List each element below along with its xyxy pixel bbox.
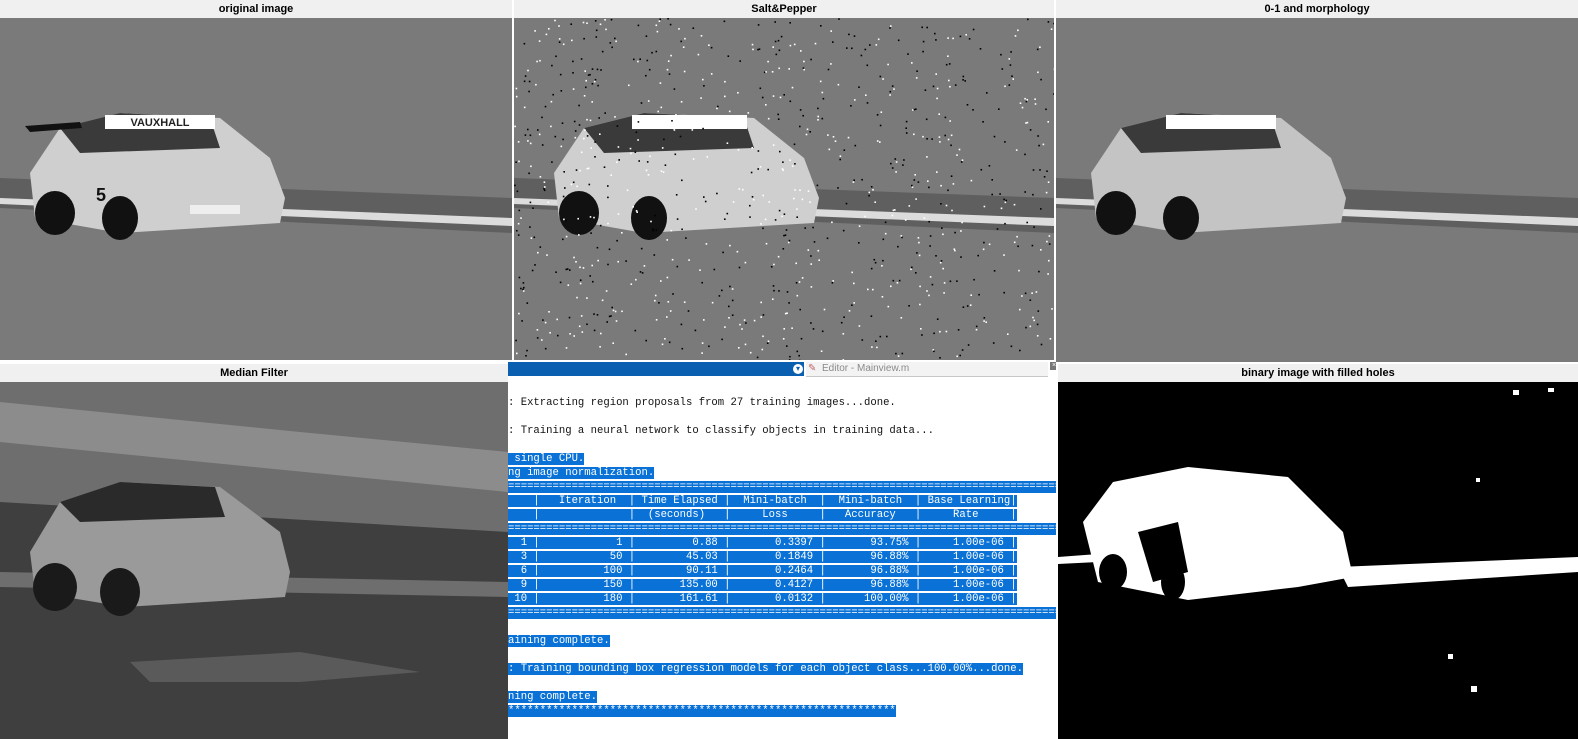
console-line: single CPU. xyxy=(508,452,585,466)
chevron-down-icon[interactable]: ▾ xyxy=(793,364,803,374)
console-line: : Training a neural network to classify … xyxy=(508,424,934,438)
console-line: aining complete. xyxy=(508,634,610,648)
console-line: ========================================… xyxy=(508,522,1056,536)
console-line: 9 | 150 | 135.00 | 0.4127 | 96.88% | 1.0… xyxy=(508,578,1017,592)
console-line-text: ning complete. xyxy=(508,691,598,703)
salt-pepper-image xyxy=(514,18,1054,360)
median-filter-image xyxy=(0,382,508,739)
panel-title: Salt&Pepper xyxy=(514,0,1054,18)
panel-title: original image xyxy=(0,0,512,18)
console-line-text: 6 | 100 | 90.11 | 0.2464 | 96.88% | 1.00… xyxy=(508,565,1017,577)
console-line-text: aining complete. xyxy=(508,635,610,647)
editor-tab[interactable]: ✎ Editor - Mainview.m xyxy=(806,362,1048,377)
console-line-text: ========================================… xyxy=(508,481,1056,493)
console-line: | | (seconds) | Loss | Accuracy | Rate | xyxy=(508,508,1017,522)
panel-original-image: original image VAUXHALL 5 xyxy=(0,0,512,360)
console-line-text: : Training a neural network to classify … xyxy=(508,425,934,437)
console-line: 1 | 1 | 0.88 | 0.3397 | 93.75% | 1.00e-0… xyxy=(508,536,1017,550)
console-line: ========================================… xyxy=(508,480,1056,494)
console-line-text: 1 | 1 | 0.88 | 0.3397 | 93.75% | 1.00e-0… xyxy=(508,537,1017,549)
console-line-text: ng image normalization. xyxy=(508,467,655,479)
panel-binary-image: binary image with filled holes xyxy=(1058,364,1578,739)
console-line-text: ****************************************… xyxy=(508,705,896,717)
panel-salt-pepper: Salt&Pepper xyxy=(514,0,1054,360)
panel-title: 0-1 and morphology xyxy=(1056,0,1578,18)
console-line: | Iteration | Time Elapsed | Mini-batch … xyxy=(508,494,1017,508)
panel-morphology: 0-1 and morphology xyxy=(1056,0,1578,362)
console-line-text: | | (seconds) | Loss | Accuracy | Rate | xyxy=(508,509,1017,521)
console-line: : Training bounding box regression model… xyxy=(508,662,1023,676)
console-line-text: 10 | 180 | 161.61 | 0.0132 | 100.00% | 1… xyxy=(508,593,1017,605)
car-number-text: 5 xyxy=(96,185,106,205)
close-icon[interactable]: × xyxy=(1050,362,1056,370)
editor-tab-label: Editor - Mainview.m xyxy=(822,363,910,374)
console-line: ========================================… xyxy=(508,606,1056,620)
car-brand-text: VAUXHALL xyxy=(130,117,189,129)
panel-median-filter: Median Filter xyxy=(0,364,508,739)
original-image: VAUXHALL 5 xyxy=(0,18,512,360)
console-line-text: : Extracting region proposals from 27 tr… xyxy=(508,397,896,409)
console-line-text: : Training bounding box regression model… xyxy=(508,663,1023,675)
console-line-text: | Iteration | Time Elapsed | Mini-batch … xyxy=(508,495,1017,507)
console-line: : Extracting region proposals from 27 tr… xyxy=(508,396,896,410)
console-line: 10 | 180 | 161.61 | 0.0132 | 100.00% | 1… xyxy=(508,592,1017,606)
panel-title: binary image with filled holes xyxy=(1058,364,1578,382)
command-window[interactable]: ▾ ✎ Editor - Mainview.m × : Extracting re… xyxy=(508,362,1056,739)
panel-title: Median Filter xyxy=(0,364,508,382)
console-line: ****************************************… xyxy=(508,704,896,718)
console-line: ning complete. xyxy=(508,690,598,704)
pencil-icon: ✎ xyxy=(808,363,817,374)
console-line: 3 | 50 | 45.03 | 0.1849 | 96.88% | 1.00e… xyxy=(508,550,1017,564)
console-line: 6 | 100 | 90.11 | 0.2464 | 96.88% | 1.00… xyxy=(508,564,1017,578)
console-line-text: ========================================… xyxy=(508,607,1056,619)
morphology-image xyxy=(1056,18,1578,362)
console-line-text: ========================================… xyxy=(508,523,1056,535)
command-window-titlebar: ▾ xyxy=(508,362,804,376)
console-line: ng image normalization. xyxy=(508,466,655,480)
console-line-text: single CPU. xyxy=(508,453,585,465)
console-line-text: 3 | 50 | 45.03 | 0.1849 | 96.88% | 1.00e… xyxy=(508,551,1017,563)
binary-image xyxy=(1058,382,1578,739)
console-line-text: 9 | 150 | 135.00 | 0.4127 | 96.88% | 1.0… xyxy=(508,579,1017,591)
